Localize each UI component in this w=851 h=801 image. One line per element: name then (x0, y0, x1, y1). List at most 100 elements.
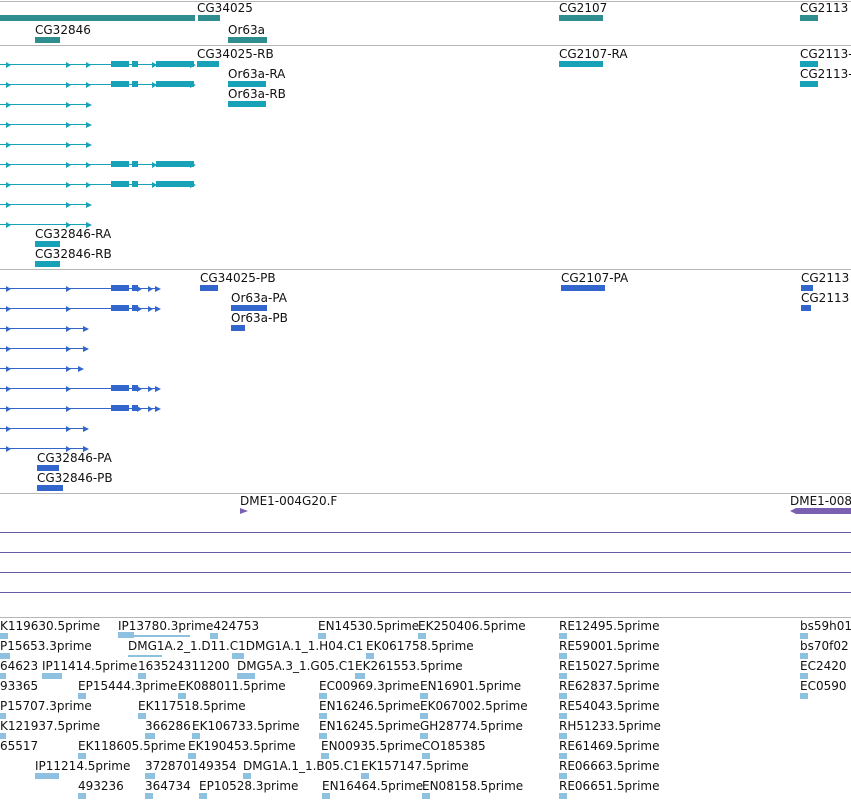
est-label[interactable]: EN08158.5prime (422, 779, 523, 793)
exon-block[interactable] (111, 181, 129, 187)
est-feature[interactable] (800, 693, 808, 699)
est-label[interactable]: CO185385 (422, 739, 486, 753)
exon-block[interactable] (111, 161, 129, 167)
est-label[interactable]: EN00935.5prime (321, 739, 422, 753)
est-label[interactable]: RE06651.5prime (559, 779, 660, 793)
protein-label[interactable]: Or63a-PA (231, 291, 287, 305)
intron-line[interactable] (0, 104, 86, 105)
gene-label[interactable]: CG2113 (800, 1, 848, 15)
exon-block[interactable] (132, 161, 138, 167)
est-label[interactable]: 493236 (78, 779, 124, 793)
gene-label[interactable]: CG2107 (559, 1, 607, 15)
est-label[interactable]: P15707.3prime (0, 699, 92, 713)
gene-label[interactable]: Or63a (228, 23, 265, 37)
protein-feature[interactable] (561, 285, 605, 291)
transcript-label[interactable]: CG2107-RA (559, 47, 628, 61)
transcript-label[interactable]: CG32846-RA (35, 227, 111, 241)
est-feature[interactable] (322, 793, 330, 799)
transcript-feature[interactable] (228, 101, 266, 107)
protein-feature[interactable] (37, 485, 63, 491)
est-label[interactable]: 372870149354 (145, 759, 237, 773)
est-label[interactable]: 64623 (0, 659, 38, 673)
exon-block[interactable] (111, 405, 129, 411)
est-feature[interactable] (42, 673, 62, 679)
est-feature[interactable] (128, 655, 162, 657)
exon-block[interactable] (132, 305, 138, 311)
pcr-product-line[interactable] (0, 532, 851, 533)
est-label[interactable]: IP11414.5prime (42, 659, 137, 673)
pcr-product-feature[interactable] (796, 508, 851, 514)
est-feature[interactable] (199, 793, 207, 799)
est-feature[interactable] (35, 773, 59, 779)
transcript-feature[interactable] (559, 61, 603, 67)
gene-feature[interactable] (35, 37, 60, 43)
protein-feature[interactable] (801, 305, 811, 311)
exon-block[interactable] (111, 61, 129, 67)
exon-block[interactable] (132, 285, 138, 291)
est-label[interactable]: EN16246.5prime (319, 699, 420, 713)
exon-block[interactable] (156, 61, 194, 67)
gene-label[interactable]: CG34025 (197, 1, 253, 15)
est-label[interactable]: 65517 (0, 739, 38, 753)
est-feature[interactable] (78, 793, 86, 799)
est-label[interactable]: RE61469.5prime (559, 739, 660, 753)
protein-label[interactable]: CG34025-PB (200, 271, 276, 285)
est-label[interactable]: 93365 (0, 679, 38, 693)
protein-label[interactable]: CG2107-PA (561, 271, 628, 285)
transcript-feature[interactable] (35, 261, 60, 267)
est-feature[interactable] (145, 793, 153, 799)
gene-label[interactable]: CG32846 (35, 23, 91, 37)
exon-block[interactable] (111, 285, 129, 291)
protein-label[interactable]: CG2113 (801, 291, 849, 305)
exon-block[interactable] (111, 305, 129, 311)
exon-block[interactable] (132, 61, 138, 67)
est-label[interactable]: GH28774.5prime (420, 719, 523, 733)
est-label[interactable]: EK118605.5prime (78, 739, 186, 753)
est-label[interactable]: EP15444.3prime (78, 679, 177, 693)
intron-line[interactable] (0, 144, 86, 145)
est-label[interactable]: EK117518.5prime (138, 699, 246, 713)
gene-feature[interactable] (559, 15, 603, 21)
est-label[interactable]: 364734 (145, 779, 191, 793)
intron-line[interactable] (0, 224, 86, 225)
protein-feature[interactable] (231, 325, 245, 331)
est-label[interactable]: bs59h01 (800, 619, 851, 633)
est-label[interactable]: IP13780.3prime424753 (118, 619, 259, 633)
transcript-label[interactable]: CG34025-RB (197, 47, 274, 61)
est-label[interactable]: 366286 (145, 719, 191, 733)
est-label[interactable]: EK061758.5prime (366, 639, 474, 653)
gene-feature[interactable] (800, 15, 818, 21)
pcr-product-feature[interactable] (240, 508, 248, 514)
est-feature[interactable] (422, 793, 430, 799)
est-label[interactable]: RE12495.5prime (559, 619, 660, 633)
gene-feature[interactable] (0, 15, 195, 21)
est-label[interactable]: EK250406.5prime (418, 619, 526, 633)
exon-block[interactable] (156, 181, 194, 187)
est-label[interactable]: RE06663.5prime (559, 759, 660, 773)
est-label[interactable]: RE15027.5prime (559, 659, 660, 673)
exon-block[interactable] (111, 385, 129, 391)
est-label[interactable]: RE59001.5prime (559, 639, 660, 653)
est-label[interactable]: EC0590 (800, 679, 847, 693)
est-label[interactable]: 163524311200 (138, 659, 230, 673)
pcr-product-label[interactable]: DME1-004G20.F (240, 494, 337, 508)
transcript-label[interactable]: CG2113- (800, 47, 851, 61)
exon-block[interactable] (132, 181, 138, 187)
protein-label[interactable]: CG32846-PA (37, 451, 112, 465)
est-label[interactable]: EK106733.5prime (192, 719, 300, 733)
protein-label[interactable]: Or63a-PB (231, 311, 288, 325)
pcr-product-line[interactable] (0, 592, 851, 593)
gene-feature[interactable] (198, 15, 220, 21)
est-label[interactable]: EC2420 (800, 659, 847, 673)
est-label[interactable]: DMG1A.1_1.B05.C1 (243, 759, 360, 773)
est-label[interactable]: P15653.3prime (0, 639, 92, 653)
protein-feature[interactable] (200, 285, 218, 291)
protein-label[interactable]: CG2113 (801, 271, 849, 285)
exon-block[interactable] (132, 385, 138, 391)
est-label[interactable]: EP10528.3prime (199, 779, 298, 793)
est-label[interactable]: K121937.5prime (0, 719, 100, 733)
exon-block[interactable] (156, 81, 194, 87)
transcript-feature[interactable] (800, 81, 818, 87)
intron-line[interactable] (0, 124, 86, 125)
est-label[interactable]: RH51233.5prime (559, 719, 661, 733)
